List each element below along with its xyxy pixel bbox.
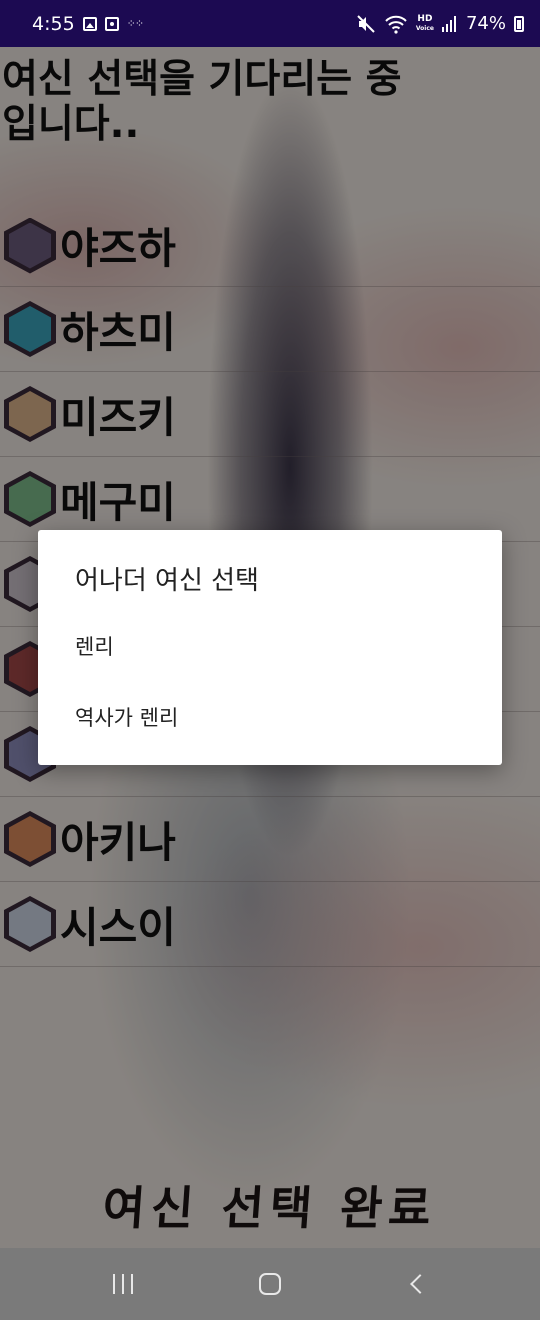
- dots-notification-icon: ⁘⁘: [126, 17, 144, 30]
- battery-percent: 74%: [465, 13, 506, 34]
- back-button[interactable]: [387, 1254, 447, 1314]
- dialog-title: 어나더 여신 선택: [75, 566, 259, 596]
- dialog-option-renri[interactable]: 렌리: [38, 614, 502, 678]
- recents-icon: [113, 1274, 134, 1294]
- recents-button[interactable]: [93, 1254, 153, 1314]
- dialog-option-historian-renri[interactable]: 역사가 렌리: [38, 685, 502, 749]
- status-right: HD Voice 74%: [356, 13, 524, 34]
- home-icon: [258, 1273, 281, 1295]
- back-icon: [409, 1274, 430, 1294]
- wifi-icon: [385, 15, 407, 34]
- home-button[interactable]: [240, 1254, 300, 1314]
- status-bar: 4:55 ⁘⁘ HD Voice 74%: [0, 0, 540, 47]
- hd-label: HD: [417, 13, 433, 24]
- gallery-notification-icon: [82, 16, 97, 31]
- voice-label: Voice: [415, 24, 434, 32]
- battery-icon: [514, 15, 524, 32]
- hd-voice-icon: HD Voice: [415, 13, 434, 33]
- signal-icon: [441, 15, 456, 32]
- status-time: 4:55: [32, 12, 75, 35]
- mute-icon: [357, 14, 375, 33]
- app-notification-icon: [104, 16, 119, 31]
- status-left: 4:55 ⁘⁘: [32, 12, 144, 35]
- goddess-select-dialog: 어나더 여신 선택 렌리 역사가 렌리: [38, 530, 502, 765]
- navigation-bar: [0, 1248, 540, 1320]
